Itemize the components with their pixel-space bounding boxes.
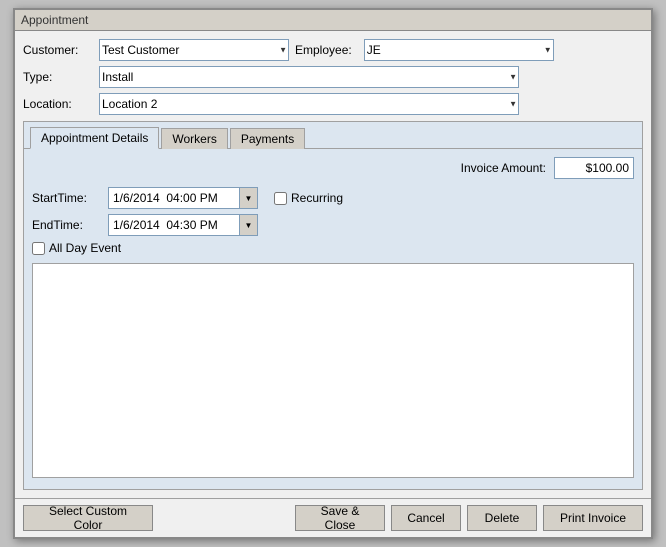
end-time-label: EndTime:: [32, 218, 102, 232]
start-time-input-wrapper[interactable]: ▼: [108, 187, 258, 209]
location-label: Location:: [23, 97, 93, 111]
tabs-container: Appointment Details Workers Payments Inv…: [23, 121, 643, 490]
start-time-label: StartTime:: [32, 191, 102, 205]
custom-color-button[interactable]: Select Custom Color: [23, 505, 153, 531]
location-row: Location: Location 2: [23, 93, 643, 115]
end-time-input[interactable]: [109, 215, 239, 235]
bottom-bar: Select Custom Color Save & Close Cancel …: [15, 498, 651, 537]
print-invoice-button[interactable]: Print Invoice: [543, 505, 643, 531]
end-time-dropdown-btn[interactable]: ▼: [239, 215, 257, 235]
all-day-row: All Day Event: [32, 241, 634, 255]
customer-select[interactable]: Test Customer: [99, 39, 289, 61]
customer-label: Customer:: [23, 43, 93, 57]
type-select-wrapper[interactable]: Install: [99, 66, 519, 88]
all-day-checkbox-label[interactable]: All Day Event: [32, 241, 121, 255]
start-time-input[interactable]: [109, 188, 239, 208]
end-time-row: EndTime: ▼: [32, 214, 634, 236]
delete-button[interactable]: Delete: [467, 505, 537, 531]
tabs-header: Appointment Details Workers Payments: [24, 122, 642, 148]
customer-employee-row: Customer: Test Customer Employee: JE: [23, 39, 643, 61]
appointment-window: Appointment Customer: Test Customer Empl…: [13, 8, 653, 539]
tab-workers[interactable]: Workers: [161, 128, 227, 149]
type-row: Type: Install: [23, 66, 643, 88]
notes-textarea[interactable]: [32, 263, 634, 478]
all-day-label: All Day Event: [49, 241, 121, 255]
employee-label: Employee:: [295, 43, 358, 57]
window-title: Appointment: [15, 10, 651, 31]
end-time-input-wrapper[interactable]: ▼: [108, 214, 258, 236]
employee-select-wrapper[interactable]: JE: [364, 39, 554, 61]
tab-content-appointment-details: Invoice Amount: StartTime: ▼ Recurring: [24, 148, 642, 489]
tab-payments[interactable]: Payments: [230, 128, 305, 149]
type-select[interactable]: Install: [99, 66, 519, 88]
customer-select-wrapper[interactable]: Test Customer: [99, 39, 289, 61]
cancel-button[interactable]: Cancel: [391, 505, 461, 531]
start-time-dropdown-btn[interactable]: ▼: [239, 188, 257, 208]
recurring-checkbox-label[interactable]: Recurring: [274, 191, 343, 205]
recurring-checkbox[interactable]: [274, 192, 287, 205]
start-time-row: StartTime: ▼ Recurring: [32, 187, 634, 209]
tab-appointment-details[interactable]: Appointment Details: [30, 127, 159, 149]
invoice-amount-label: Invoice Amount:: [461, 161, 546, 175]
location-select-wrapper[interactable]: Location 2: [99, 93, 519, 115]
invoice-amount-row: Invoice Amount:: [32, 157, 634, 179]
location-select[interactable]: Location 2: [99, 93, 519, 115]
window-body: Customer: Test Customer Employee: JE Typ…: [15, 31, 651, 498]
recurring-label: Recurring: [291, 191, 343, 205]
type-label: Type:: [23, 70, 93, 84]
employee-select[interactable]: JE: [364, 39, 554, 61]
all-day-checkbox[interactable]: [32, 242, 45, 255]
save-close-button[interactable]: Save & Close: [295, 505, 385, 531]
invoice-amount-input[interactable]: [554, 157, 634, 179]
